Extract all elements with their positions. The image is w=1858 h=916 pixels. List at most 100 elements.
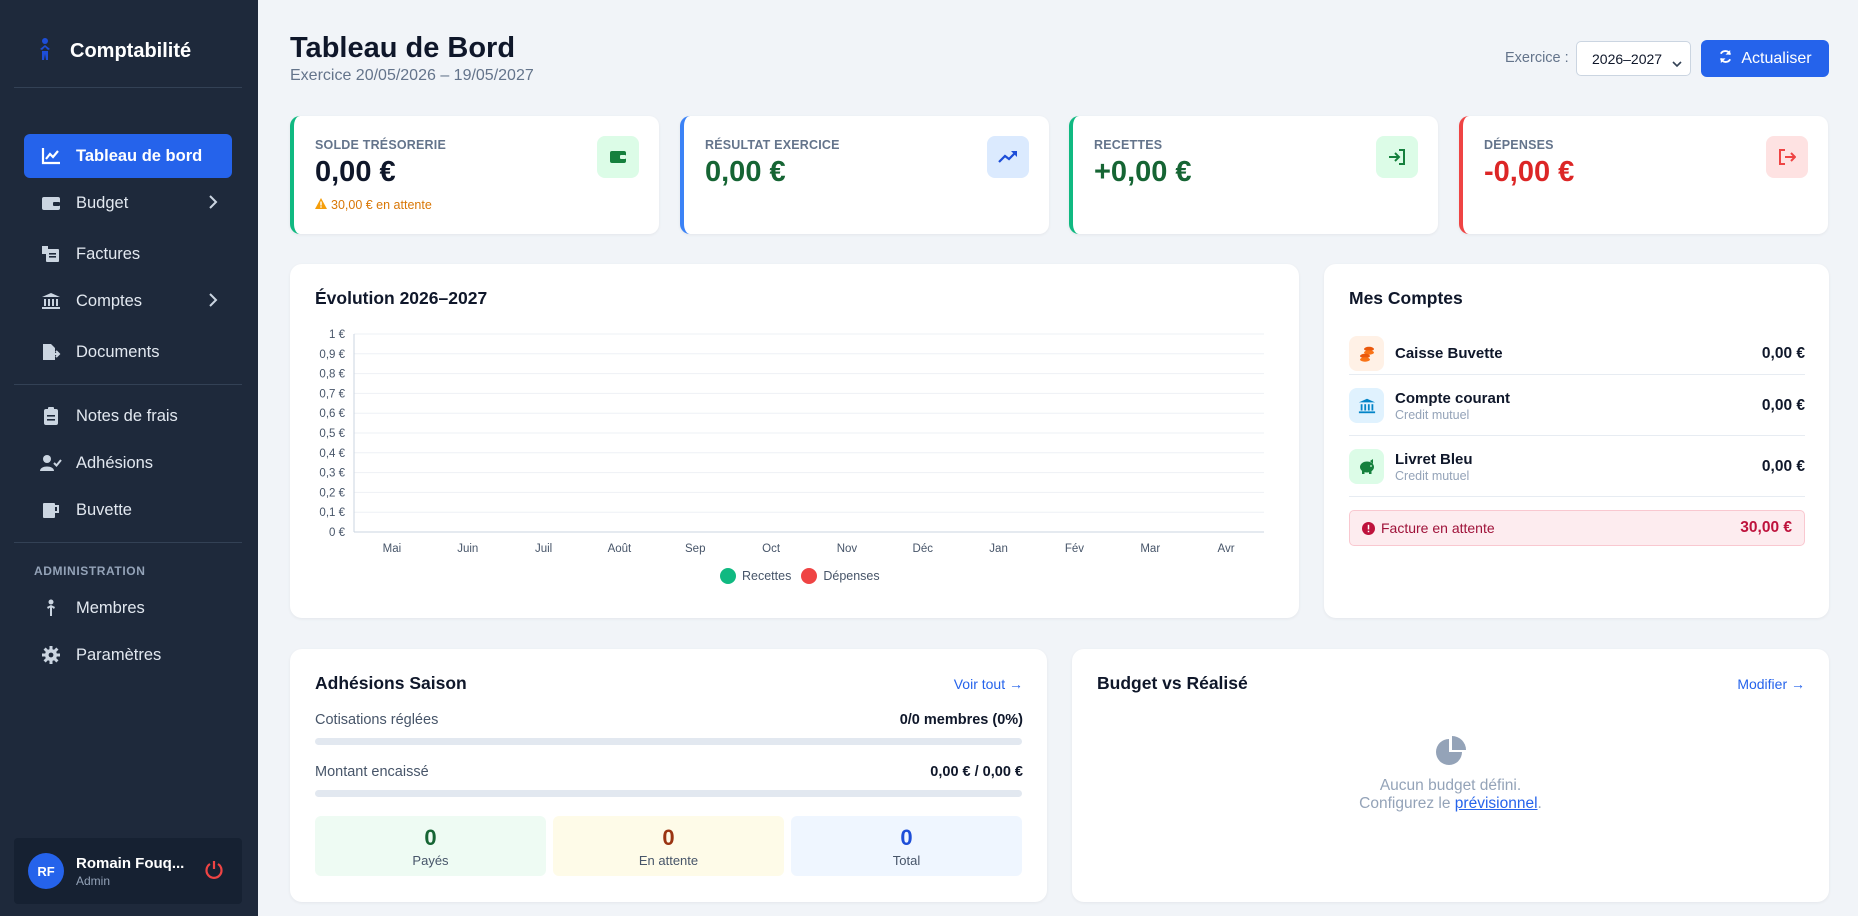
mug-icon [40, 499, 62, 521]
kpi-label: RECETTES [1094, 138, 1163, 152]
budget-empty-suffix: . [1537, 795, 1542, 812]
pending-amount: 30,00 € [1740, 519, 1792, 536]
x-tick-label: Août [608, 543, 632, 555]
sidebar-item-label: Tableau de bord [76, 146, 203, 165]
sidebar-item-documents[interactable]: Documents [24, 330, 232, 374]
modifier-link[interactable]: Modifier → [1737, 676, 1805, 692]
y-tick-label: 1 € [329, 329, 346, 341]
sidebar-item-notes-de-frais[interactable]: Notes de frais [24, 394, 232, 438]
evolution-chart-card: Évolution 2026–2027 0 €0,1 €0,2 €0,3 €0,… [290, 264, 1299, 618]
clipboard-icon [40, 405, 62, 427]
sidebar-item-label: Budget [76, 193, 129, 212]
kpi-value: -0,00 € [1484, 156, 1575, 188]
refresh-button[interactable]: Actualiser [1701, 40, 1829, 77]
brand[interactable]: Comptabilité [34, 36, 191, 67]
sidebar-item-adhesions[interactable]: Adhésions [24, 441, 232, 485]
account-name: Compte courant [1395, 389, 1511, 407]
kpi-solde-tresorerie: SOLDE TRÉSORERIE 0,00 € 30,00 € en atten… [290, 116, 659, 234]
previsionnel-link[interactable]: prévisionnel [1455, 795, 1538, 812]
accounts-title: Mes Comptes [1349, 288, 1463, 308]
cotisations-value: 0/0 membres (0%) [899, 712, 1023, 728]
account-row-compte-courant[interactable]: Compte courant Credit mutuel 0,00 € [1349, 375, 1805, 436]
x-tick-label: Mai [383, 543, 402, 555]
legend-swatch-recettes [720, 568, 736, 584]
cotisations-progress [315, 738, 1022, 745]
montant-progress [315, 790, 1022, 797]
file-export-icon [40, 341, 62, 363]
kpi-depenses: DÉPENSES -0,00 € [1459, 116, 1828, 234]
sidebar-item-label: Documents [76, 342, 160, 361]
power-icon[interactable] [204, 859, 224, 886]
chart-legend: Recettes Dépenses [720, 568, 880, 584]
sidebar-item-buvette[interactable]: Buvette [24, 488, 232, 532]
page-title: Tableau de Bord [290, 32, 516, 64]
bank-icon [40, 290, 62, 312]
pending-label: Facture en attente [1381, 520, 1495, 536]
chevron-right-icon [208, 195, 218, 214]
legend-label-recettes[interactable]: Recettes [742, 569, 791, 583]
stat-en-attente: 0 En attente [553, 816, 784, 876]
sidebar-item-label: Notes de frais [76, 406, 178, 425]
piggy-bank-icon [1349, 449, 1384, 484]
y-tick-label: 0,5 € [319, 428, 345, 440]
x-tick-label: Fév [1065, 543, 1084, 555]
sidebar-item-label: Paramètres [76, 645, 162, 664]
chevron-right-icon [208, 293, 218, 312]
pending-invoice-alert[interactable]: Facture en attente 30,00 € [1349, 510, 1805, 546]
sidebar-item-label: Comptes [76, 291, 143, 310]
sidebar-item-tableau-de-bord[interactable]: Tableau de bord [24, 134, 232, 178]
x-tick-label: Juil [535, 543, 552, 555]
sidebar-item-label: Membres [76, 598, 145, 617]
account-bank: Credit mutuel [1395, 407, 1470, 422]
stat-label: Total [892, 852, 921, 868]
user-profile[interactable]: RF Romain Fouq... Admin [14, 838, 242, 904]
sidebar-item-budget[interactable]: Budget [24, 181, 232, 225]
account-name: Livret Bleu [1395, 450, 1473, 468]
y-tick-label: 0,4 € [319, 448, 345, 460]
legend-label-depenses[interactable]: Dépenses [823, 569, 879, 583]
sign-out-icon [1766, 136, 1808, 178]
x-tick-label: Oct [762, 543, 781, 555]
sidebar-item-membres[interactable]: Membres [24, 586, 232, 630]
voir-tout-link[interactable]: Voir tout → [954, 676, 1023, 692]
kpi-pending-note: 30,00 € en attente [315, 198, 432, 212]
sidebar-divider [14, 542, 242, 543]
cotisations-label: Cotisations réglées [315, 712, 439, 728]
montant-value: 0,00 € / 0,00 € [930, 764, 1023, 780]
chart-line-icon [40, 145, 62, 167]
sidebar-item-label: Adhésions [76, 453, 154, 472]
y-tick-label: 0 € [329, 527, 346, 539]
y-tick-label: 0,8 € [319, 369, 345, 381]
montant-label: Montant encaissé [315, 764, 429, 780]
sign-in-icon [1376, 136, 1418, 178]
x-tick-label: Juin [457, 543, 478, 555]
x-tick-label: Déc [913, 543, 934, 555]
bank-icon [1349, 388, 1384, 423]
file-invoice-icon [40, 243, 62, 265]
account-bank: Credit mutuel [1395, 468, 1470, 483]
user-role: Admin [76, 873, 111, 888]
budget-empty-text: Aucun budget défini. [1379, 777, 1522, 794]
adhesions-title: Adhésions Saison [315, 673, 467, 693]
sidebar-item-parametres[interactable]: Paramètres [24, 633, 232, 677]
sidebar-divider [14, 87, 242, 88]
y-tick-label: 0,6 € [319, 408, 345, 420]
x-tick-label: Nov [837, 543, 858, 555]
sidebar-section-administration: ADMINISTRATION [34, 564, 146, 578]
adhesions-card: Adhésions Saison Voir tout → Cotisations… [290, 649, 1047, 902]
sidebar-item-factures[interactable]: Factures [24, 232, 232, 276]
gear-icon [40, 644, 62, 666]
account-row-livret-bleu[interactable]: Livret Bleu Credit mutuel 0,00 € [1349, 436, 1805, 497]
trend-up-icon [987, 136, 1029, 178]
stat-value: 0 [424, 824, 437, 850]
kpi-note-text: 30,00 € en attente [331, 198, 432, 212]
kpi-value: 0,00 € [705, 156, 786, 188]
stat-payes: 0 Payés [315, 816, 546, 876]
stat-value: 0 [662, 824, 675, 850]
sidebar-item-comptes[interactable]: Comptes [24, 279, 232, 323]
budget-title: Budget vs Réalisé [1097, 673, 1248, 693]
kpi-value: +0,00 € [1094, 156, 1192, 188]
accounts-card: Mes Comptes Caisse Buvette 0,00 € Compte… [1324, 264, 1829, 618]
kpi-label: DÉPENSES [1484, 138, 1554, 152]
exercise-select[interactable]: 2026–2027 [1576, 41, 1691, 76]
